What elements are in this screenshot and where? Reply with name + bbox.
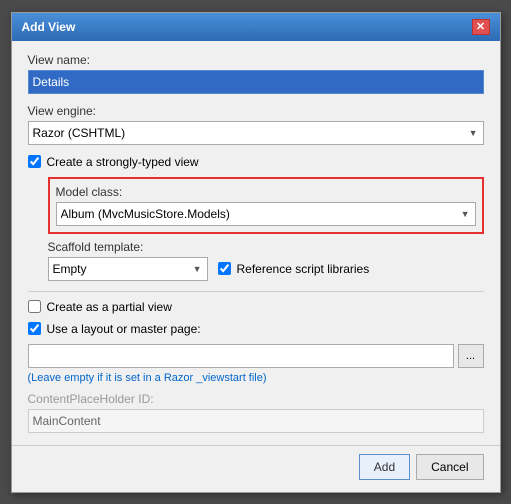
layout-input-row: ... bbox=[28, 344, 484, 368]
cancel-button[interactable]: Cancel bbox=[416, 454, 483, 480]
strongly-typed-label: Create a strongly-typed view bbox=[47, 155, 199, 169]
add-button[interactable]: Add bbox=[359, 454, 410, 480]
scaffold-select-wrapper: Empty Create Delete Details Edit List bbox=[48, 257, 208, 281]
ref-scripts-row: Reference script libraries bbox=[218, 262, 370, 276]
view-name-label: View name: bbox=[28, 53, 484, 67]
layout-master-label: Use a layout or master page: bbox=[47, 322, 201, 336]
content-placeholder-input[interactable] bbox=[28, 409, 484, 433]
layout-master-row: Use a layout or master page: bbox=[28, 322, 484, 336]
layout-hint: (Leave empty if it is set in a Razor _vi… bbox=[28, 372, 484, 384]
view-engine-select-wrapper: Razor (CSHTML) ASPX Spark bbox=[28, 121, 484, 145]
reference-scripts-label: Reference script libraries bbox=[237, 262, 370, 276]
scaffold-template-label: Scaffold template: bbox=[48, 240, 484, 254]
layout-path-input[interactable] bbox=[28, 344, 454, 368]
indented-section: Model class: Album (MvcMusicStore.Models… bbox=[28, 177, 484, 281]
button-row: Add Cancel bbox=[12, 445, 500, 492]
model-class-select-wrapper: Album (MvcMusicStore.Models) bbox=[56, 202, 476, 226]
content-placeholder-label: ContentPlaceHolder ID: bbox=[28, 392, 484, 406]
partial-view-checkbox[interactable] bbox=[28, 300, 41, 313]
partial-view-label: Create as a partial view bbox=[47, 300, 172, 314]
dialog-title: Add View bbox=[22, 20, 76, 34]
model-class-label: Model class: bbox=[56, 185, 476, 199]
scaffold-template-group: Scaffold template: Empty Create Delete D… bbox=[48, 240, 484, 281]
model-class-box: Model class: Album (MvcMusicStore.Models… bbox=[48, 177, 484, 234]
browse-button[interactable]: ... bbox=[458, 344, 484, 368]
view-name-group: View name: bbox=[28, 53, 484, 94]
strongly-typed-row: Create a strongly-typed view bbox=[28, 155, 484, 169]
partial-view-row: Create as a partial view bbox=[28, 300, 484, 314]
strongly-typed-checkbox[interactable] bbox=[28, 155, 41, 168]
view-name-input[interactable] bbox=[28, 70, 484, 94]
scaffold-template-select[interactable]: Empty Create Delete Details Edit List bbox=[48, 257, 208, 281]
view-engine-select[interactable]: Razor (CSHTML) ASPX Spark bbox=[28, 121, 484, 145]
title-bar: Add View ✕ bbox=[12, 13, 500, 41]
add-view-dialog: Add View ✕ View name: View engine: Razor… bbox=[11, 12, 501, 493]
view-engine-label: View engine: bbox=[28, 104, 484, 118]
divider1 bbox=[28, 291, 484, 292]
close-button[interactable]: ✕ bbox=[472, 19, 490, 35]
reference-scripts-checkbox[interactable] bbox=[218, 262, 231, 275]
model-class-select[interactable]: Album (MvcMusicStore.Models) bbox=[56, 202, 476, 226]
layout-master-checkbox[interactable] bbox=[28, 322, 41, 335]
dialog-body: View name: View engine: Razor (CSHTML) A… bbox=[12, 41, 500, 445]
scaffold-row: Empty Create Delete Details Edit List Re… bbox=[48, 257, 484, 281]
view-engine-group: View engine: Razor (CSHTML) ASPX Spark bbox=[28, 104, 484, 145]
